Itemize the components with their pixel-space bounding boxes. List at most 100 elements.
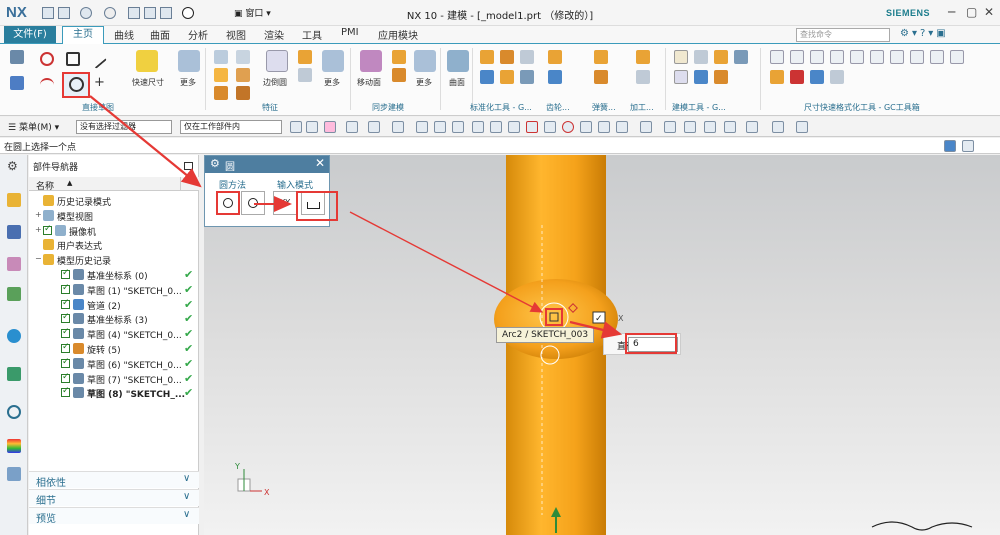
tree-row[interactable]: 草图 (6) "SKETCH_0...✔ [29, 356, 199, 371]
dimension-format-icon[interactable] [930, 50, 944, 64]
tree-row[interactable]: 旋转 (5) ✔ [29, 341, 199, 356]
tree-expander-icon[interactable]: + [35, 210, 42, 219]
tab-analysis[interactable]: 分析 [188, 27, 208, 42]
navigator-section[interactable]: 细节 ∨ [29, 489, 199, 507]
reuse-library-icon[interactable] [7, 287, 21, 301]
tree-row[interactable]: − 模型历史记录 [29, 252, 199, 267]
command-search-input[interactable]: 查找命令 [796, 28, 890, 42]
history-icon[interactable] [7, 367, 21, 381]
toolbar-icon[interactable] [306, 121, 318, 133]
dimension-format-icon[interactable] [870, 50, 884, 64]
snap-icon[interactable] [580, 121, 592, 133]
snap-icon[interactable] [562, 121, 574, 133]
tree-row[interactable]: + 摄像机 [29, 223, 199, 238]
visibility-checkbox[interactable] [61, 372, 70, 383]
move-face-icon[interactable] [360, 50, 382, 72]
help-icons[interactable]: ⚙▾?▾▣ [900, 28, 949, 39]
tab-home[interactable]: 主页 [62, 26, 104, 44]
dimension-format-icon[interactable] [770, 70, 784, 84]
extrude-icon[interactable] [214, 50, 228, 64]
toolbar-icon[interactable] [772, 121, 784, 133]
toolbar-icon[interactable] [472, 121, 484, 133]
toolbar-icon[interactable] [664, 121, 676, 133]
toolbar-icon[interactable] [434, 121, 446, 133]
window-menu[interactable]: ▣ 窗口 ▾ [234, 6, 271, 19]
visibility-checkbox[interactable] [61, 312, 70, 324]
toolbar-icon[interactable] [490, 121, 502, 133]
tree-row[interactable]: 草图 (7) "SKETCH_0...✔ [29, 371, 199, 386]
chevron-down-icon[interactable]: ∨ [183, 509, 190, 520]
dialog-gear-icon[interactable]: ⚙ [210, 157, 220, 170]
center-radius-method-button[interactable] [216, 191, 240, 215]
point-icon[interactable]: + [94, 75, 105, 90]
toolbar-icon[interactable] [290, 121, 302, 133]
machining-tool-icon[interactable] [636, 50, 650, 64]
tree-row[interactable]: 基准坐标系 (0) ✔ [29, 267, 199, 282]
standard-tool-icon[interactable] [520, 50, 534, 64]
visibility-checkbox[interactable] [61, 357, 70, 368]
boss-icon[interactable] [236, 68, 250, 82]
toolbar-icon[interactable] [704, 121, 716, 133]
subtract-icon[interactable] [236, 86, 250, 100]
selection-scope-select[interactable]: 仅在工作部件内 [180, 120, 282, 134]
chevron-down-icon[interactable]: ∨ [183, 473, 190, 484]
dimension-format-icon[interactable] [790, 70, 804, 84]
maximize-icon[interactable] [184, 162, 193, 170]
modeling-tool-icon[interactable] [714, 50, 728, 64]
snap-icon[interactable] [598, 121, 610, 133]
toolbar-icon[interactable] [640, 121, 652, 133]
toolbar-icon[interactable] [508, 121, 520, 133]
copy-icon[interactable] [144, 7, 156, 19]
modeling-tool-icon[interactable] [674, 70, 688, 84]
toolbar-icon[interactable] [324, 121, 336, 133]
menu-button[interactable]: ☰ 菜单(M) ▾ [8, 120, 59, 133]
undo-icon[interactable] [80, 7, 92, 19]
more-feature-icon[interactable] [322, 50, 344, 72]
chamfer-icon[interactable] [298, 50, 312, 64]
more-feature-label[interactable]: 更多 [324, 77, 340, 88]
more-sketch-icon[interactable] [178, 50, 200, 72]
snap-icon[interactable] [544, 121, 556, 133]
visibility-checkbox[interactable] [61, 268, 70, 279]
column-name[interactable]: 名称 [36, 179, 54, 192]
coordinate-mode-button[interactable]: XY [273, 191, 297, 215]
tab-tools[interactable]: 工具 [302, 27, 322, 42]
dimension-format-icon[interactable] [810, 70, 824, 84]
sort-ascending-icon[interactable]: ▲ [67, 179, 72, 187]
more-sync-label[interactable]: 更多 [416, 77, 432, 88]
dimension-format-icon[interactable] [890, 50, 904, 64]
tree-row[interactable]: 草图 (4) "SKETCH_0...✔ [29, 326, 199, 341]
sketch-icon[interactable] [10, 50, 24, 64]
navigator-column-header[interactable]: 名称 ▲ [29, 177, 199, 192]
dialog-titlebar[interactable]: ⚙ 圆 ✕ [205, 156, 329, 173]
toolbar-icon[interactable] [416, 121, 428, 133]
navigator-section[interactable]: 预览 ∨ [29, 507, 199, 525]
tab-view[interactable]: 视图 [226, 27, 246, 42]
modeling-tool-icon[interactable] [714, 70, 728, 84]
modeling-tool-icon[interactable] [694, 70, 708, 84]
toolbar-icon[interactable] [368, 121, 380, 133]
visibility-checkbox[interactable] [61, 386, 70, 398]
line-icon[interactable] [87, 49, 107, 69]
assembly-navigator-icon[interactable] [7, 225, 21, 239]
dimension-format-icon[interactable] [910, 50, 924, 64]
quick-dimension-label[interactable]: 快速尺寸 [132, 77, 164, 88]
surface-icon[interactable] [447, 50, 469, 72]
more-sync-icon[interactable] [414, 50, 436, 72]
minimize-button[interactable]: ─ [948, 5, 955, 19]
tab-curve[interactable]: 曲线 [114, 27, 134, 42]
paste-icon[interactable] [160, 7, 172, 19]
spring-tool-icon[interactable] [594, 50, 608, 64]
snap-icon[interactable] [616, 121, 628, 133]
edge-blend-icon[interactable] [266, 50, 288, 72]
finish-sketch-icon[interactable] [10, 76, 24, 90]
pull-face-icon[interactable] [392, 50, 406, 64]
tab-surface[interactable]: 曲面 [150, 27, 170, 42]
dimension-format-icon[interactable] [950, 50, 964, 64]
clock-icon[interactable] [7, 405, 21, 419]
chevron-down-icon[interactable]: ∨ [183, 491, 190, 502]
gear-tool-icon[interactable] [548, 50, 562, 64]
type-filter-select[interactable]: 没有选择过滤器 [76, 120, 172, 134]
shell-icon[interactable] [298, 68, 312, 82]
toolbar-icon[interactable] [452, 121, 464, 133]
